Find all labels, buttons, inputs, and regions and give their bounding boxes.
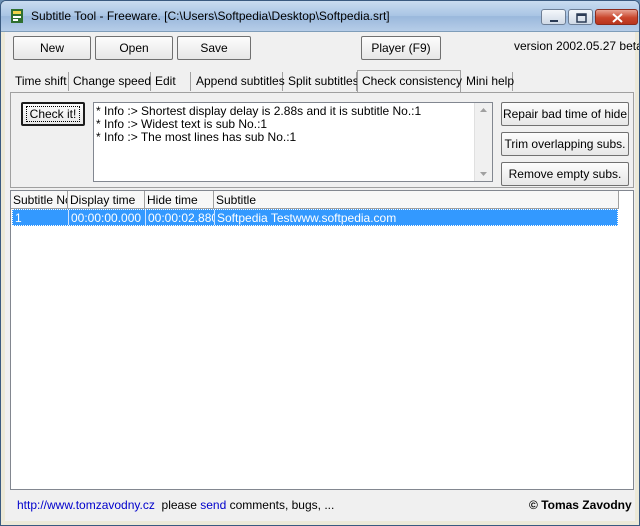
footer-text-after: comments, bugs, ... xyxy=(229,498,335,512)
cell-subtitle: Softpedia Testwww.softpedia.com xyxy=(217,211,397,225)
cell-display-time: 00:00:00.000 xyxy=(71,211,142,225)
player-button[interactable]: Player (F9) xyxy=(361,36,441,60)
send-link[interactable]: send xyxy=(200,498,226,512)
copyright: © Tomas Zavodny xyxy=(529,498,632,512)
cell-separator xyxy=(68,210,69,225)
tab-check-consistency[interactable]: Check consistency xyxy=(357,70,463,93)
tab-split-subtitles[interactable]: Split subtitles xyxy=(283,72,359,91)
tab-label: Split subtitles xyxy=(288,74,359,88)
column-header-display-time[interactable]: Display time xyxy=(68,191,145,209)
memo-scrollbar[interactable] xyxy=(474,103,492,181)
tab-label: Edit xyxy=(155,74,176,88)
column-header-label: Hide time xyxy=(147,193,198,207)
cell-separator xyxy=(214,210,215,225)
table-row[interactable]: 1 00:00:00.000 00:00:02.880 Softpedia Te… xyxy=(12,209,618,226)
column-header-label: Display time xyxy=(70,193,136,207)
cell-hide-time: 00:00:02.880 xyxy=(148,211,214,225)
client-area: New Open Save Player (F9) version 2002.0… xyxy=(5,32,639,521)
maximize-icon xyxy=(576,13,587,23)
trim-overlapping-button[interactable]: Trim overlapping subs. xyxy=(501,132,629,156)
version-label: version 2002.05.27 beta xyxy=(514,39,640,53)
repair-hide-time-button[interactable]: Repair bad time of hide xyxy=(501,102,629,126)
tab-mini-help[interactable]: Mini help xyxy=(461,72,515,91)
window-title: Subtitle Tool - Freeware. [C:\Users\Soft… xyxy=(31,9,390,23)
subtitle-grid[interactable]: Subtitle No Display time Hide time Subti… xyxy=(10,190,634,490)
title-bar[interactable]: Subtitle Tool - Freeware. [C:\Users\Soft… xyxy=(1,1,639,32)
remove-label: Remove empty subs. xyxy=(508,167,622,181)
info-memo[interactable]: * Info :> Shortest display delay is 2.88… xyxy=(93,102,493,182)
column-header-label: Subtitle xyxy=(216,193,257,207)
info-line: * Info :> The most lines has sub No.:1 xyxy=(96,130,297,144)
column-header-subtitle[interactable]: Subtitle xyxy=(214,191,619,209)
close-icon xyxy=(612,13,623,23)
tab-label: Time shift xyxy=(15,74,67,88)
tab-label: Mini help xyxy=(466,74,515,88)
player-button-label: Player (F9) xyxy=(371,41,431,55)
remove-empty-button[interactable]: Remove empty subs. xyxy=(501,162,629,186)
copyright-icon: © xyxy=(529,498,538,512)
column-header-hide-time[interactable]: Hide time xyxy=(145,191,214,209)
column-header-subtitle-no[interactable]: Subtitle No xyxy=(11,191,68,209)
scroll-arrows-icon xyxy=(480,108,487,176)
tab-time-shift[interactable]: Time shift xyxy=(11,72,69,91)
trim-label: Trim overlapping subs. xyxy=(504,137,626,151)
new-button-label: New xyxy=(39,41,64,55)
column-header-label: Subtitle No xyxy=(13,193,68,207)
check-it-button[interactable]: Check it! xyxy=(21,102,85,126)
cell-separator xyxy=(145,210,146,225)
maximize-button[interactable] xyxy=(568,9,593,25)
minimize-button[interactable] xyxy=(541,9,566,25)
tab-label: Change speed xyxy=(73,74,152,88)
save-button-label: Save xyxy=(200,41,228,55)
app-window: Subtitle Tool - Freeware. [C:\Users\Soft… xyxy=(0,0,640,526)
tab-label: Check consistency xyxy=(362,74,463,88)
author-link[interactable]: http://www.tomzavodny.cz xyxy=(17,498,155,512)
repair-label: Repair bad time of hide xyxy=(502,107,628,121)
cell-subtitle-no: 1 xyxy=(15,211,22,225)
save-button[interactable]: Save xyxy=(177,36,251,60)
footer-text-before: please xyxy=(161,498,197,512)
open-button[interactable]: Open xyxy=(95,36,173,60)
minimize-icon xyxy=(550,20,558,22)
close-button[interactable] xyxy=(595,9,638,25)
tab-label: Append subtitles xyxy=(196,74,285,88)
copyright-name: Tomas Zavodny xyxy=(541,498,632,512)
app-icon xyxy=(11,9,23,23)
tab-change-speed[interactable]: Change speed xyxy=(69,72,151,91)
tab-append-subtitles[interactable]: Append subtitles xyxy=(191,72,285,91)
check-it-label: Check it! xyxy=(25,106,81,122)
new-button[interactable]: New xyxy=(13,36,91,60)
info-lines: * Info :> Shortest display delay is 2.88… xyxy=(96,105,421,144)
open-button-label: Open xyxy=(119,41,149,55)
footer: http://www.tomzavodny.cz please send com… xyxy=(17,498,334,512)
tab-edit[interactable]: Edit xyxy=(151,72,191,91)
